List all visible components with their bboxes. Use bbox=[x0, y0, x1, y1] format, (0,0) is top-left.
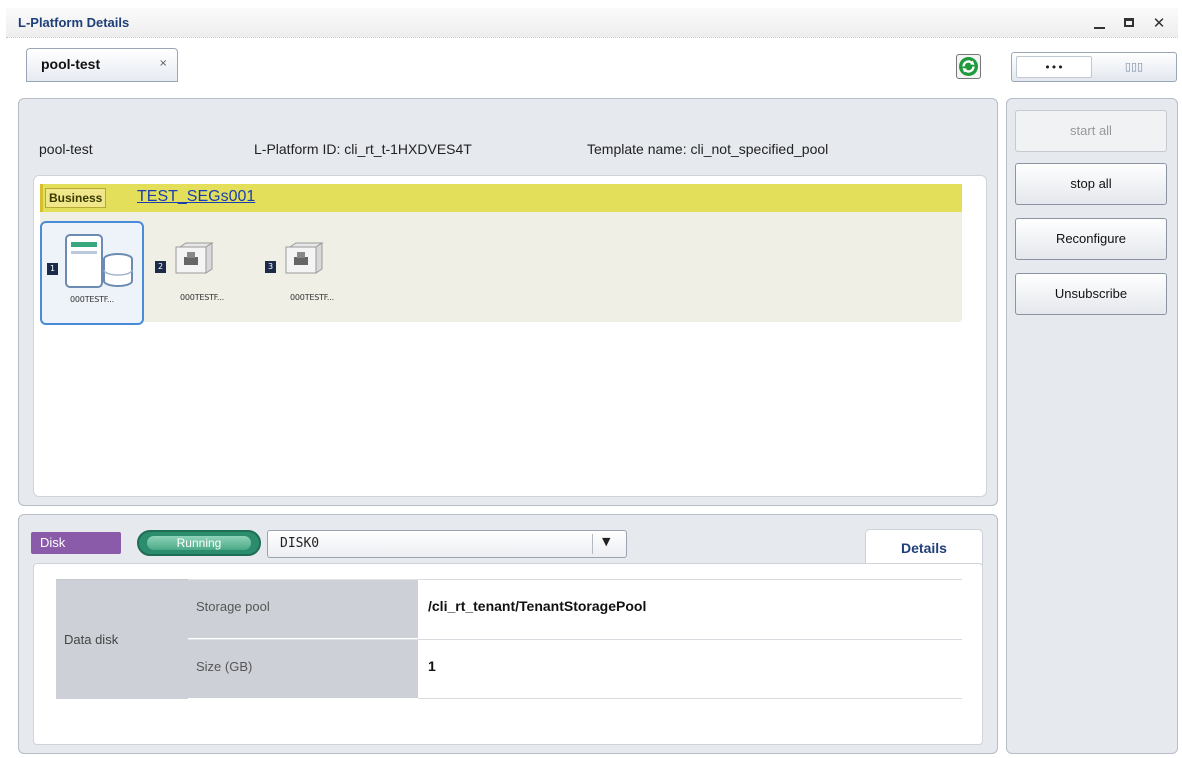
server-icon bbox=[285, 242, 324, 274]
unsubscribe-button[interactable]: Unsubscribe bbox=[1015, 273, 1167, 315]
group-label: Data disk bbox=[64, 632, 119, 647]
server-item-1[interactable]: 1 000TESTF... bbox=[40, 221, 144, 325]
start-all-button[interactable]: start all bbox=[1015, 110, 1167, 152]
group-cell: Data disk bbox=[56, 579, 188, 699]
server-icon bbox=[175, 242, 214, 274]
tab-details[interactable]: Details bbox=[865, 529, 983, 565]
property-value-cell: /cli_rt_tenant/TenantStoragePool bbox=[418, 579, 962, 638]
disk-details-panel: Disk Running DISK0 ▼ Details Data disk S… bbox=[18, 514, 998, 754]
status-badge: Running bbox=[137, 530, 261, 556]
maximize-icon[interactable] bbox=[1119, 13, 1139, 33]
chevron-down-icon: ▼ bbox=[602, 535, 611, 548]
configuration-diagram: Business TEST_SEGs001 1 000TESTF... 2 00… bbox=[33, 175, 987, 497]
diagram-view-button[interactable]: ••• bbox=[1016, 56, 1092, 78]
server-number: 2 bbox=[155, 261, 166, 273]
action-panel: start all stop all Reconfigure Unsubscri… bbox=[1006, 98, 1178, 754]
title-bar: L-Platform Details ✕ bbox=[6, 8, 1178, 38]
server-label: 000TESTF... bbox=[70, 295, 114, 304]
tab-label: pool-test bbox=[41, 56, 101, 72]
template-name: Template name: cli_not_specified_pool bbox=[587, 141, 829, 157]
network-segment: Business TEST_SEGs001 1 000TESTF... 2 00… bbox=[40, 184, 962, 325]
property-name-cell: Storage pool bbox=[188, 579, 418, 638]
platform-panel: pool-test L-Platform ID: cli_rt_t-1HXDVE… bbox=[18, 98, 998, 506]
tab-close-icon[interactable]: × bbox=[159, 58, 167, 69]
minimize-icon[interactable] bbox=[1089, 13, 1109, 33]
server-item-2[interactable]: 2 000TESTF... bbox=[150, 221, 254, 325]
segment-type-badge: Business bbox=[45, 188, 107, 208]
status-text: Running bbox=[147, 536, 251, 550]
disk-details-table: Data disk Storage pool /cli_rt_tenant/Te… bbox=[56, 579, 962, 699]
table-bottom-border bbox=[418, 698, 962, 699]
view-toggle: ••• ▯▯▯ bbox=[1011, 52, 1177, 82]
platform-name: pool-test bbox=[39, 141, 93, 157]
server-storage-icon bbox=[65, 234, 133, 288]
property-value: /cli_rt_tenant/TenantStoragePool bbox=[428, 598, 647, 614]
property-value-cell: 1 bbox=[418, 639, 962, 698]
tab-pool-test[interactable]: pool-test × bbox=[26, 48, 178, 82]
details-content: Data disk Storage pool /cli_rt_tenant/Te… bbox=[33, 563, 983, 745]
resource-type-badge: Disk bbox=[31, 532, 121, 554]
close-icon[interactable]: ✕ bbox=[1149, 13, 1169, 33]
property-name-cell: Size (GB) bbox=[188, 639, 418, 698]
list-view-button[interactable]: ▯▯▯ bbox=[1096, 56, 1172, 78]
refresh-button[interactable] bbox=[956, 54, 981, 79]
select-divider bbox=[592, 534, 593, 554]
server-item-3[interactable]: 3 000TESTF... bbox=[260, 221, 364, 325]
platform-id: L-Platform ID: cli_rt_t-1HXDVES4T bbox=[254, 141, 472, 157]
disk-select[interactable]: DISK0 ▼ bbox=[267, 530, 627, 558]
segment-header: Business TEST_SEGs001 bbox=[40, 184, 962, 212]
l-platform-details-window: L-Platform Details ✕ pool-test × ••• ▯▯▯… bbox=[6, 8, 1178, 754]
property-value: 1 bbox=[428, 658, 436, 674]
server-number: 3 bbox=[265, 261, 276, 273]
property-name: Storage pool bbox=[196, 599, 270, 614]
server-number: 1 bbox=[47, 263, 58, 275]
stop-all-button[interactable]: stop all bbox=[1015, 163, 1167, 205]
reconfigure-button[interactable]: Reconfigure bbox=[1015, 218, 1167, 260]
window-title: L-Platform Details bbox=[18, 15, 130, 30]
segment-name-link[interactable]: TEST_SEGs001 bbox=[137, 188, 255, 206]
disk-select-value: DISK0 bbox=[280, 536, 320, 551]
server-label: 000TESTF... bbox=[180, 293, 224, 302]
refresh-icon bbox=[959, 57, 978, 76]
property-name: Size (GB) bbox=[196, 659, 253, 674]
server-label: 000TESTF... bbox=[290, 293, 334, 302]
